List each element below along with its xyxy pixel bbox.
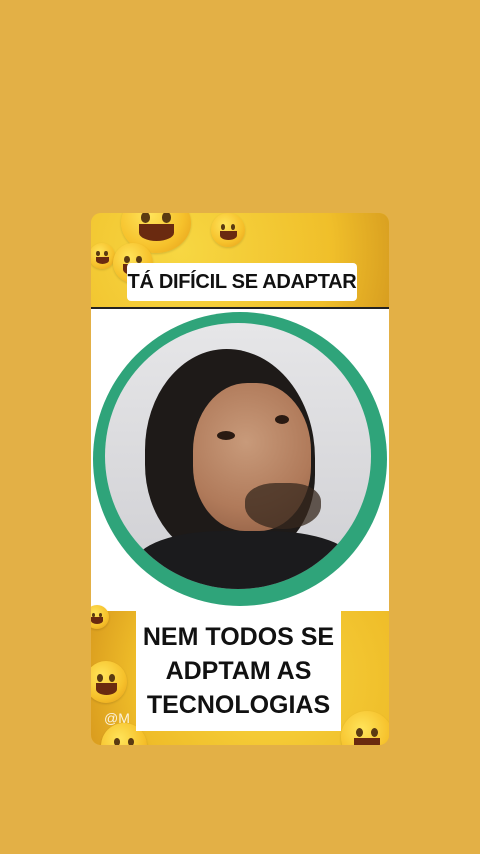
watermark: @M xyxy=(104,710,130,726)
caption-top: TÁ DIFÍCIL SE ADAPTAR xyxy=(127,263,357,301)
smiling-emoji-icon xyxy=(91,243,115,269)
portrait-photo xyxy=(105,323,371,589)
smiling-emoji-icon xyxy=(91,605,109,629)
meme-card: TÁ DIFÍCIL SE ADAPTAR NEM TODOS SE ADPTA… xyxy=(91,213,389,745)
smiling-emoji-icon xyxy=(211,213,245,247)
laughing-emoji-icon xyxy=(91,661,127,703)
caption-bottom-line-3: TECNOLOGIAS xyxy=(146,691,331,719)
photo-area xyxy=(91,307,389,613)
caption-bottom: NEM TODOS SE ADPTAM AS TECNOLOGIAS xyxy=(136,611,341,731)
caption-bottom-line-1: NEM TODOS SE xyxy=(142,623,335,651)
caption-bottom-line-2: ADPTAM AS xyxy=(165,657,312,685)
laughing-emoji-icon xyxy=(341,711,389,745)
